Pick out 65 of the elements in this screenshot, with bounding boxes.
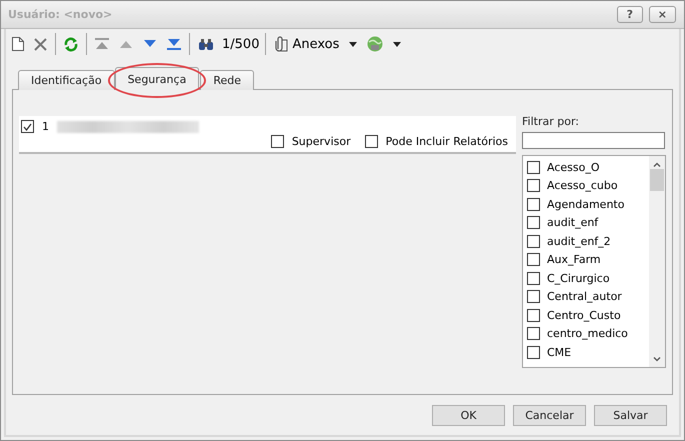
user-number: 1 — [42, 120, 49, 133]
dialog-button[interactable]: OK — [432, 405, 505, 426]
globe-icon — [367, 36, 384, 52]
list-item-label: Agendamento — [547, 198, 624, 211]
item-checkbox[interactable] — [527, 253, 540, 266]
caret-down-icon — [349, 42, 358, 46]
chevron-down-icon[interactable] — [653, 357, 661, 362]
list-item-label: audit_enf_2 — [547, 234, 611, 248]
arrow-to-top-icon — [95, 38, 109, 50]
delete-button[interactable] — [32, 36, 49, 52]
triangle-up-icon — [119, 39, 133, 49]
x-icon — [34, 38, 47, 50]
close-button[interactable]: × — [648, 6, 676, 23]
triangle-down-icon — [143, 39, 157, 49]
list-item-label: CME — [547, 346, 572, 359]
record-counter: 1/500 — [222, 36, 260, 52]
scrollbar-thumb[interactable] — [650, 169, 664, 191]
item-checkbox[interactable] — [527, 179, 540, 192]
filter-label: Filtrar por: — [522, 115, 580, 128]
item-checkbox[interactable] — [527, 327, 540, 340]
chevron-up-icon[interactable] — [653, 162, 661, 167]
checkmark-icon — [23, 122, 32, 130]
arrow-to-bottom-icon — [167, 38, 181, 50]
tab[interactable]: Segurança — [114, 67, 200, 90]
paperclip-icon — [274, 36, 288, 52]
option-label: Pode Incluir Relatórios — [386, 135, 508, 148]
item-checkbox[interactable] — [527, 308, 540, 322]
user-checkbox[interactable] — [21, 120, 34, 133]
item-checkbox[interactable] — [527, 346, 540, 359]
option-checkbox[interactable] — [270, 135, 284, 148]
refresh-icon — [64, 36, 78, 52]
list-item-label: Centro_Custo — [547, 308, 621, 322]
item-checkbox[interactable] — [527, 290, 540, 304]
list-item-label: centro_medico — [547, 327, 628, 340]
list-item-label: Acesso_O — [547, 160, 600, 174]
help-button[interactable]: ? — [616, 6, 643, 23]
list-item-label: Central_autor — [547, 290, 622, 304]
tab[interactable]: Identificação — [18, 70, 115, 90]
attachments-dropdown-button[interactable] — [347, 40, 360, 48]
globe-dropdown-button[interactable] — [391, 40, 404, 48]
binoculars-icon — [198, 38, 214, 50]
option-label: Supervisor — [292, 135, 351, 148]
tab[interactable]: Rede — [200, 70, 254, 90]
option-checkbox[interactable] — [364, 135, 378, 148]
attachments-button[interactable]: Anexos — [272, 34, 342, 54]
dialog-button[interactable]: Cancelar — [513, 405, 586, 426]
list-item-label: Aux_Farm — [547, 253, 601, 266]
window-title: Usuário: <novo> — [8, 8, 114, 21]
dialog-button[interactable]: Salvar — [594, 405, 667, 426]
list-item-label: C_Cirurgico — [547, 272, 610, 285]
item-checkbox[interactable] — [527, 216, 540, 230]
last-record-button[interactable] — [165, 36, 183, 52]
item-checkbox[interactable] — [527, 272, 540, 285]
document-icon — [12, 37, 24, 51]
item-checkbox[interactable] — [527, 198, 540, 211]
list-item-label: Acesso_cubo — [547, 179, 618, 192]
list-item-label: audit_enf — [547, 216, 598, 230]
globe-button[interactable] — [365, 34, 386, 54]
caret-down-icon — [393, 42, 402, 46]
new-document-button[interactable] — [10, 35, 26, 53]
filter-field[interactable] — [522, 132, 665, 149]
item-checkbox[interactable] — [527, 234, 540, 248]
scrollbar[interactable] — [649, 156, 665, 367]
refresh-button[interactable] — [62, 34, 80, 54]
item-checkbox[interactable] — [527, 160, 540, 174]
